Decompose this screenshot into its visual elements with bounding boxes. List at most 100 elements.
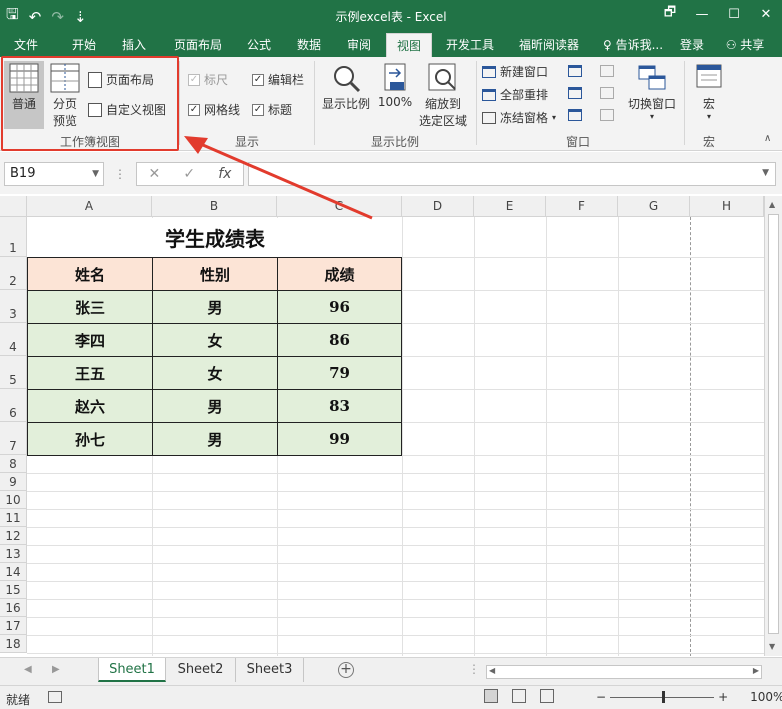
- row-header[interactable]: 4: [0, 323, 27, 356]
- hide-icon[interactable]: [568, 87, 582, 99]
- tab-insert[interactable]: 插入: [112, 33, 156, 57]
- zoom-to-selection-button[interactable]: 缩放到 选定区域: [414, 63, 472, 129]
- table-cell[interactable]: 79: [277, 356, 402, 390]
- row-header[interactable]: 7: [0, 422, 27, 455]
- tab-review[interactable]: 审阅: [338, 33, 380, 57]
- zoom-100-button[interactable]: 100%: [376, 63, 414, 109]
- table-cell[interactable]: 99: [277, 422, 402, 456]
- column-header-a[interactable]: A: [27, 196, 152, 217]
- zoom-out-icon[interactable]: −: [596, 690, 606, 704]
- sheet-tab-sheet1[interactable]: Sheet1: [98, 658, 166, 682]
- table-cell[interactable]: 96: [277, 290, 402, 324]
- sheet-tab-sheet3[interactable]: Sheet3: [236, 658, 304, 682]
- row-header[interactable]: 2: [0, 257, 27, 290]
- add-sheet-button[interactable]: +: [338, 662, 354, 678]
- table-title[interactable]: 学生成绩表: [28, 218, 402, 257]
- row-header[interactable]: 3: [0, 290, 27, 323]
- next-sheet-icon[interactable]: ▶: [52, 664, 60, 675]
- row-header[interactable]: 5: [0, 356, 27, 389]
- tab-page-layout[interactable]: 页面布局: [166, 33, 230, 57]
- ribbon-display-icon[interactable]: 🗗: [654, 0, 686, 28]
- tab-developer[interactable]: 开发工具: [440, 33, 500, 57]
- normal-view-status-icon[interactable]: [484, 689, 498, 703]
- zoom-knob[interactable]: [662, 690, 666, 703]
- row-header[interactable]: 8: [0, 455, 27, 473]
- worksheet-grid[interactable]: A B C D E F G H 1 2 3 4 5 6 7 8 9 10 11 …: [0, 196, 764, 656]
- sync-scroll-icon[interactable]: [600, 87, 614, 99]
- table-cell[interactable]: 83: [277, 389, 402, 423]
- page-layout-status-icon[interactable]: [512, 689, 526, 703]
- column-header-c[interactable]: C: [277, 196, 402, 217]
- cancel-icon[interactable]: ✕: [149, 166, 161, 182]
- row-header[interactable]: 11: [0, 509, 27, 527]
- header-cell[interactable]: 性别: [152, 257, 278, 291]
- split-icon[interactable]: [568, 65, 582, 77]
- expand-formula-icon[interactable]: ▼: [762, 168, 769, 178]
- enter-icon[interactable]: ✓: [183, 166, 195, 182]
- scroll-right-icon[interactable]: ▶: [753, 666, 759, 675]
- select-all-button[interactable]: [0, 196, 27, 217]
- arrange-all-button[interactable]: 全部重排: [482, 86, 548, 103]
- reset-window-icon[interactable]: [600, 109, 614, 121]
- headings-checkbox[interactable]: ✓ 标题: [252, 101, 292, 118]
- tab-formulas[interactable]: 公式: [238, 33, 280, 57]
- zoom-slider[interactable]: − + 100%: [596, 690, 782, 704]
- zoom-button[interactable]: 显示比例: [320, 63, 372, 112]
- formula-input[interactable]: ▼: [248, 162, 776, 186]
- table-cell[interactable]: 男: [152, 422, 278, 456]
- maximize-button[interactable]: ☐: [718, 0, 750, 28]
- vertical-scrollbar[interactable]: ▲ ▼: [764, 196, 782, 656]
- share-button[interactable]: ⚇ 共享: [716, 33, 774, 57]
- tab-home[interactable]: 开始: [62, 33, 106, 57]
- table-cell[interactable]: 女: [152, 323, 278, 357]
- tab-view[interactable]: 视图: [386, 33, 432, 57]
- prev-sheet-icon[interactable]: ◀: [24, 664, 32, 675]
- row-header[interactable]: 1: [0, 217, 27, 257]
- table-cell[interactable]: 王五: [27, 356, 153, 390]
- row-header[interactable]: 10: [0, 491, 27, 509]
- row-header[interactable]: 15: [0, 581, 27, 599]
- row-header[interactable]: 17: [0, 617, 27, 635]
- zoom-in-icon[interactable]: +: [718, 690, 728, 704]
- macros-button[interactable]: 宏 ▾: [690, 63, 728, 121]
- zoom-track[interactable]: [610, 690, 715, 703]
- table-cell[interactable]: 男: [152, 290, 278, 324]
- table-cell[interactable]: 孙七: [27, 422, 153, 456]
- tab-file[interactable]: 文件: [4, 33, 48, 57]
- collapse-ribbon-icon[interactable]: ∧: [764, 133, 771, 144]
- tab-foxit-reader[interactable]: 福昕阅读器: [510, 33, 588, 57]
- insert-function-icon[interactable]: fx: [218, 166, 231, 182]
- sheet-tab-sheet2[interactable]: Sheet2: [166, 658, 236, 682]
- horizontal-scrollbar[interactable]: ◀ ▶: [486, 665, 762, 679]
- name-box[interactable]: B19 ▼: [4, 162, 104, 186]
- scrollbar-thumb[interactable]: [768, 214, 779, 634]
- ruler-checkbox[interactable]: ✓ 标尺: [188, 71, 228, 88]
- row-header[interactable]: 14: [0, 563, 27, 581]
- table-cell[interactable]: 李四: [27, 323, 153, 357]
- macro-record-icon[interactable]: [48, 691, 62, 703]
- tab-data[interactable]: 数据: [288, 33, 330, 57]
- table-cell[interactable]: 赵六: [27, 389, 153, 423]
- row-header[interactable]: 9: [0, 473, 27, 491]
- new-window-button[interactable]: 新建窗口: [482, 63, 548, 80]
- minimize-button[interactable]: —: [686, 0, 718, 28]
- header-cell[interactable]: 成绩: [277, 257, 402, 291]
- tell-me-search[interactable]: ♀ 告诉我...: [598, 33, 668, 57]
- page-break-status-icon[interactable]: [540, 689, 554, 703]
- scroll-down-icon[interactable]: ▼: [769, 642, 775, 651]
- zoom-level[interactable]: 100%: [750, 690, 782, 704]
- table-cell[interactable]: 女: [152, 356, 278, 390]
- column-header-h[interactable]: H: [690, 196, 764, 217]
- row-header[interactable]: 13: [0, 545, 27, 563]
- column-header-g[interactable]: G: [618, 196, 690, 217]
- close-button[interactable]: ✕: [750, 0, 782, 28]
- unhide-icon[interactable]: [568, 109, 582, 121]
- gridlines-checkbox[interactable]: ✓ 网格线: [188, 101, 240, 118]
- row-header[interactable]: 18: [0, 635, 27, 653]
- table-cell[interactable]: 张三: [27, 290, 153, 324]
- table-cell[interactable]: 男: [152, 389, 278, 423]
- column-header-f[interactable]: F: [546, 196, 618, 217]
- freeze-panes-button[interactable]: 冻结窗格 ▾: [482, 109, 556, 126]
- row-header[interactable]: 16: [0, 599, 27, 617]
- column-header-d[interactable]: D: [402, 196, 474, 217]
